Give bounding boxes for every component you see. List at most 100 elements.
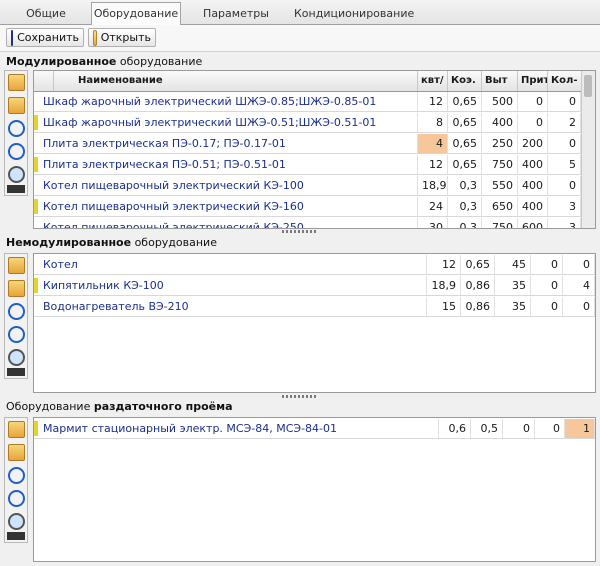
cell-kol[interactable]: 0 [548,92,581,111]
table-row[interactable]: Кипятильник КЭ-100 18,9 0,86 35 0 4 [34,276,595,296]
tab-conditioning[interactable]: Кондиционирование [294,4,414,24]
cell-koef[interactable]: 0,65 [461,255,495,274]
cell-name[interactable]: Котел пищеварочный электрический КЭ-160 [39,197,418,216]
cell-kol[interactable]: 5 [548,155,581,174]
cell-kol[interactable]: 3 [548,218,581,228]
cell-koef[interactable]: 0,65 [448,113,482,132]
cell-name[interactable]: Плита электрическая ПЭ-0.51; ПЭ-0.51-01 [39,155,418,174]
open-button[interactable]: Открыть [88,28,156,47]
search-icon[interactable] [8,349,25,366]
cell-kol[interactable]: 4 [563,276,595,295]
cell-name[interactable]: Плита электрическая ПЭ-0.17; ПЭ-0.17-01 [39,134,418,153]
search-icon[interactable] [8,513,25,530]
cell-name[interactable]: Котел пищеварочный электрический КЭ-250 [39,218,418,228]
cell-name[interactable]: Кипятильник КЭ-100 [39,276,427,295]
redo-icon[interactable] [8,303,25,320]
table-row[interactable]: Шкаф жарочный электрический ШЖЭ-0.51;ШЖЭ… [34,113,595,133]
cell-name[interactable]: Мармит стационарный электр. МСЭ-84, МСЭ-… [39,419,439,438]
header-kw[interactable]: квт/ [418,71,448,91]
cell-vyt[interactable]: 45 [495,255,531,274]
cell-kw[interactable]: 8 [418,113,448,132]
cell-vyt[interactable]: 35 [495,276,531,295]
table-row[interactable]: Котел 12 0,65 45 0 0 [34,255,595,275]
table-icon[interactable] [8,444,25,461]
cell-vyt[interactable]: 750 [482,155,518,174]
cell-prit[interactable]: 0 [518,113,548,132]
add-row-icon[interactable] [8,421,25,438]
cell-prit[interactable]: 200 [518,134,548,153]
cell-prit[interactable]: 600 [518,218,548,228]
undo-icon[interactable] [8,326,25,343]
redo-icon[interactable] [8,467,25,484]
cell-koef[interactable]: 0,65 [448,155,482,174]
cell-vyt[interactable]: 250 [482,134,518,153]
search-icon[interactable] [8,166,25,183]
redo-icon[interactable] [8,120,25,137]
tab-equipment[interactable]: Оборудование [91,2,181,26]
cell-prit[interactable]: 400 [518,197,548,216]
expand-icon[interactable] [7,532,25,540]
cell-prit[interactable]: 0 [531,297,563,316]
cell-name[interactable]: Котел [39,255,427,274]
undo-icon[interactable] [8,143,25,160]
cell-prit[interactable]: 400 [518,155,548,174]
header-name[interactable]: Наименование [54,71,418,91]
cell-prit[interactable]: 0 [531,255,563,274]
cell-kol[interactable]: 0 [548,176,581,195]
save-button[interactable]: Сохранить [6,28,84,47]
cell-kw[interactable]: 15 [427,297,461,316]
cell-kol[interactable]: 2 [548,113,581,132]
cell-kol[interactable]: 0 [563,297,595,316]
modulated-scrollbar[interactable] [581,71,595,228]
cell-b[interactable]: 0,5 [471,419,503,438]
cell-name[interactable]: Водонагреватель ВЭ-210 [39,297,427,316]
cell-koef[interactable]: 0,65 [448,92,482,111]
table-row[interactable]: Мармит стационарный электр. МСЭ-84, МСЭ-… [34,419,595,439]
cell-vyt[interactable]: 35 [495,297,531,316]
cell-name[interactable]: Шкаф жарочный электрический ШЖЭ-0.51;ШЖЭ… [39,113,418,132]
table-icon[interactable] [8,280,25,297]
cell-vyt[interactable]: 500 [482,92,518,111]
cell-kol[interactable]: 0 [563,255,595,274]
cell-kw[interactable]: 12 [427,255,461,274]
cell-prit[interactable]: 0 [531,276,563,295]
cell-name[interactable]: Котел пищеварочный электрический КЭ-100 [39,176,418,195]
header-vyt[interactable]: Выт [482,71,518,91]
cell-kw[interactable]: 18,9 [427,276,461,295]
add-row-icon[interactable] [8,74,25,91]
undo-icon[interactable] [8,490,25,507]
table-row[interactable]: Плита электрическая ПЭ-0.17; ПЭ-0.17-01 4… [34,134,595,154]
cell-kw[interactable]: 30 [418,218,448,228]
cell-kol[interactable]: 0 [548,134,581,153]
header-koef[interactable]: Коэ. [448,71,482,91]
table-row[interactable]: Шкаф жарочный электрический ШЖЭ-0.85;ШЖЭ… [34,92,595,112]
table-icon[interactable] [8,97,25,114]
add-row-icon[interactable] [8,257,25,274]
header-prit[interactable]: Прит [518,71,548,91]
cell-kol[interactable]: 3 [548,197,581,216]
cell-kw[interactable]: 24 [418,197,448,216]
cell-koef[interactable]: 0,3 [448,218,482,228]
cell-koef[interactable]: 0,3 [448,197,482,216]
cell-kw[interactable]: 4 [418,134,448,153]
cell-kw[interactable]: 12 [418,92,448,111]
table-row[interactable]: Котел пищеварочный электрический КЭ-250 3… [34,218,595,228]
cell-c[interactable]: 0 [503,419,535,438]
cell-e[interactable]: 1 [565,419,595,438]
cell-a[interactable]: 0,6 [439,419,471,438]
table-row[interactable]: Водонагреватель ВЭ-210 15 0,86 35 0 0 [34,297,595,317]
cell-vyt[interactable]: 400 [482,113,518,132]
cell-prit[interactable]: 0 [518,92,548,111]
cell-kw[interactable]: 12 [418,155,448,174]
cell-koef[interactable]: 0,86 [461,297,495,316]
expand-icon[interactable] [7,368,25,376]
cell-kw[interactable]: 18,9 [418,176,448,195]
cell-vyt[interactable]: 650 [482,197,518,216]
tab-air-parameters[interactable]: Параметры воздуха [183,4,289,40]
table-row[interactable]: Котел пищеварочный электрический КЭ-160 2… [34,197,595,217]
tab-general[interactable]: Общие данные [4,4,88,40]
cell-d[interactable]: 0 [535,419,565,438]
table-row[interactable]: Котел пищеварочный электрический КЭ-100 1… [34,176,595,196]
cell-name[interactable]: Шкаф жарочный электрический ШЖЭ-0.85;ШЖЭ… [39,92,418,111]
cell-koef[interactable]: 0,65 [448,134,482,153]
